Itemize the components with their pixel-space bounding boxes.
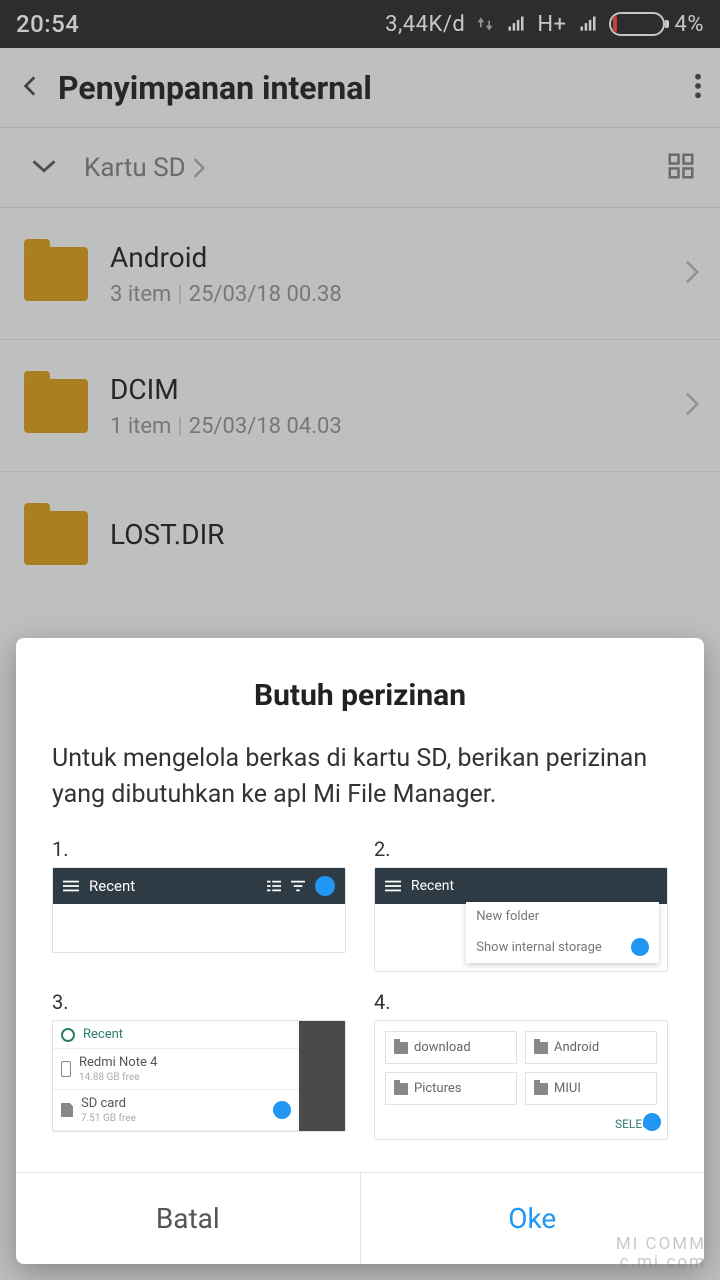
highlight-dot-icon xyxy=(643,1113,661,1131)
step-illustration: download Android Pictures MIUI SELECT xyxy=(374,1020,668,1140)
dialog-title: Butuh perizinan xyxy=(16,678,704,713)
dialog-buttons: Batal Oke xyxy=(16,1172,704,1264)
step-number: 2. xyxy=(374,837,668,861)
sort-icon xyxy=(291,880,305,892)
list-icon xyxy=(267,880,281,892)
highlight-dot-icon xyxy=(631,938,649,956)
clock-icon xyxy=(61,1028,75,1042)
step-number: 1. xyxy=(52,837,346,861)
step-illustration: Recent New folder Show internal storage xyxy=(374,867,668,972)
highlight-dot-icon xyxy=(273,1101,291,1119)
folder-icon xyxy=(394,1042,408,1054)
step-2: 2. Recent New folder Show internal stora… xyxy=(374,837,668,972)
step-3: 3. Recent Redmi Note 414.88 GB free SD c… xyxy=(52,990,346,1140)
step-1: 1. Recent xyxy=(52,837,346,972)
overflow-menu: New folder Show internal storage xyxy=(466,902,659,963)
step-number: 3. xyxy=(52,990,346,1014)
hamburger-icon xyxy=(63,880,79,892)
dialog-message: Untuk mengelola berkas di kartu SD, beri… xyxy=(16,741,704,838)
step-4: 4. download Android Pictures MIUI SELECT xyxy=(374,990,668,1140)
sdcard-icon xyxy=(61,1103,73,1117)
step-illustration: Recent Redmi Note 414.88 GB free SD card… xyxy=(52,1020,346,1132)
phone-icon xyxy=(61,1061,71,1077)
folder-icon xyxy=(394,1083,408,1095)
permission-dialog: Butuh perizinan Untuk mengelola berkas d… xyxy=(16,638,704,1265)
folder-icon xyxy=(534,1042,548,1054)
hamburger-icon xyxy=(385,880,401,892)
watermark: MI COMM c.mi.com xyxy=(616,1235,706,1272)
cancel-button[interactable]: Batal xyxy=(16,1173,361,1264)
highlight-dot-icon xyxy=(315,876,335,896)
dialog-steps: 1. Recent 2. Recent xyxy=(16,837,704,1172)
step-illustration: Recent xyxy=(52,867,346,953)
step-number: 4. xyxy=(374,990,668,1014)
folder-icon xyxy=(534,1083,548,1095)
